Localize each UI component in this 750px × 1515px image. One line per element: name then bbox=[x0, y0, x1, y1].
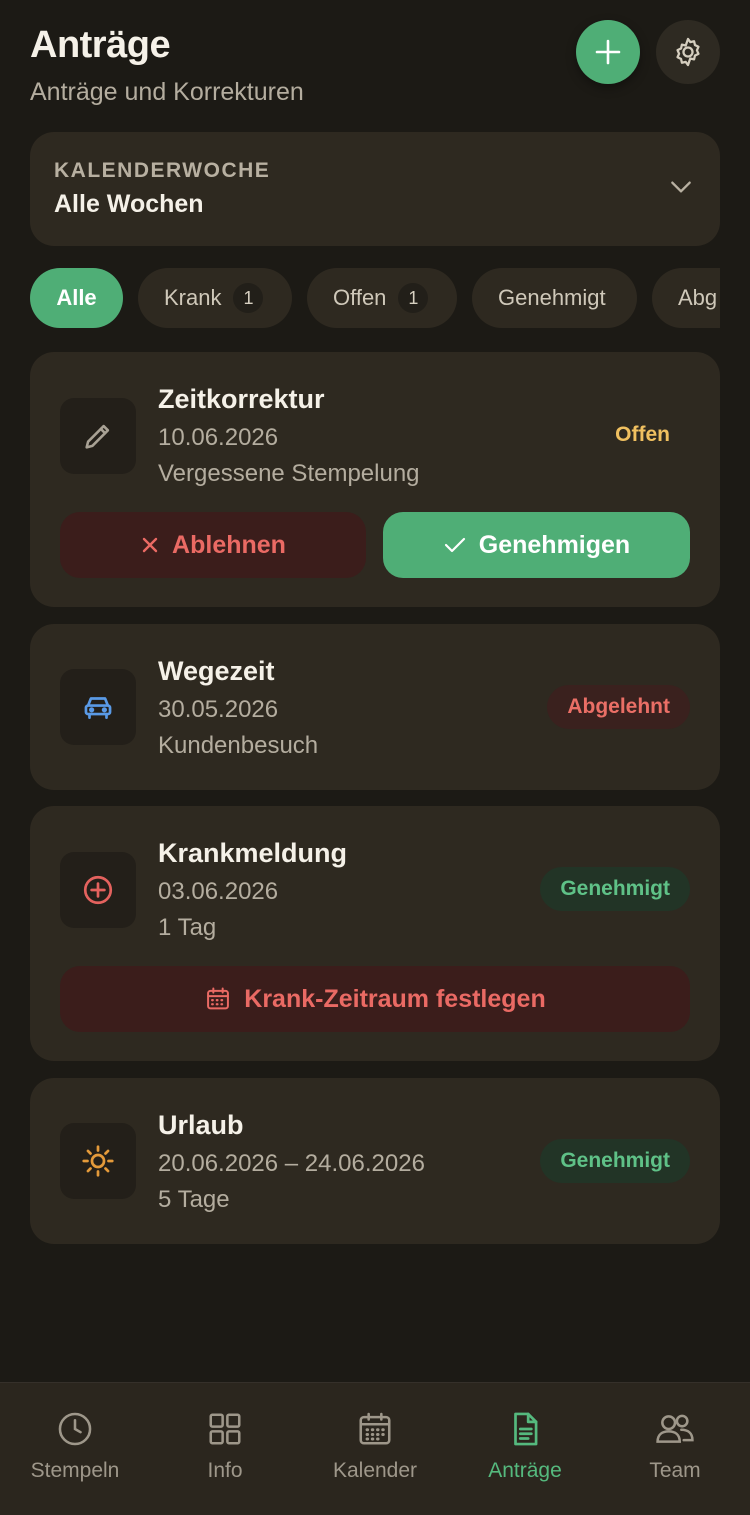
status-badge: Genehmigt bbox=[540, 867, 690, 911]
request-card[interactable]: Zeitkorrektur 10.06.2026 Vergessene Stem… bbox=[30, 352, 720, 607]
request-type-icon bbox=[60, 669, 136, 745]
car-icon bbox=[84, 697, 112, 719]
filter-chip-abgelehnt[interactable]: Abg bbox=[652, 268, 720, 328]
calendar-icon bbox=[359, 1412, 391, 1445]
pencil-icon bbox=[85, 424, 110, 449]
request-note: 1 Tag bbox=[158, 914, 217, 941]
set-sick-period-button[interactable]: Krank-Zeitraum festlegen bbox=[60, 966, 690, 1032]
grid-icon bbox=[209, 1413, 241, 1445]
request-note: Kundenbesuch bbox=[158, 732, 319, 759]
request-type-icon bbox=[60, 852, 136, 928]
document-icon bbox=[514, 1412, 538, 1446]
bottom-navigation: Stempeln Info Kalender Anträge Team bbox=[0, 1382, 750, 1515]
request-type-icon bbox=[60, 398, 136, 474]
page-subtitle: Anträge und Korrekturen bbox=[30, 78, 304, 106]
filter-chip-krank[interactable]: Krank 1 bbox=[138, 268, 292, 328]
filter-chip-alle[interactable]: Alle bbox=[30, 268, 123, 328]
request-card[interactable]: Urlaub 20.06.2026 – 24.06.2026 5 Tage Ge… bbox=[30, 1078, 720, 1244]
set-sick-period-label: Krank-Zeitraum festlegen bbox=[244, 984, 546, 1013]
request-title: Urlaub bbox=[158, 1110, 244, 1140]
settings-button[interactable] bbox=[656, 20, 720, 84]
nav-item-info[interactable]: Info bbox=[150, 1383, 300, 1515]
reject-button-label: Ablehnen bbox=[172, 530, 286, 559]
filter-chip-genehmigt[interactable]: Genehmigt bbox=[472, 268, 637, 328]
clock-icon bbox=[58, 1412, 92, 1446]
nav-item-stempeln[interactable]: Stempeln bbox=[0, 1383, 150, 1515]
request-type-icon bbox=[60, 1123, 136, 1199]
request-date: 10.06.2026 bbox=[158, 424, 279, 451]
filter-chip-label: Alle bbox=[56, 285, 97, 310]
request-card[interactable]: Krankmeldung 03.06.2026 1 Tag Genehmigt … bbox=[30, 806, 720, 1061]
reject-button[interactable]: Ablehnen bbox=[60, 512, 366, 578]
nav-label: Team bbox=[649, 1459, 701, 1482]
status-badge: Genehmigt bbox=[540, 1139, 690, 1183]
request-title: Wegezeit bbox=[158, 656, 275, 686]
week-select-label: KALENDERWOCHE bbox=[54, 159, 271, 182]
nav-label: Stempeln bbox=[30, 1459, 120, 1482]
request-date: 20.06.2026 – 24.06.2026 bbox=[158, 1150, 425, 1177]
sun-icon bbox=[82, 1145, 114, 1177]
request-date: 30.05.2026 bbox=[158, 696, 279, 723]
request-title: Zeitkorrektur bbox=[158, 384, 325, 414]
request-card[interactable]: Wegezeit 30.05.2026 Kundenbesuch Abgeleh… bbox=[30, 624, 720, 790]
status-badge: Abgelehnt bbox=[547, 685, 690, 729]
nav-item-kalender[interactable]: Kalender bbox=[300, 1383, 450, 1515]
request-title: Krankmeldung bbox=[158, 838, 348, 868]
filter-chip-label: Offen bbox=[333, 285, 387, 310]
calendar-icon bbox=[204, 985, 232, 1013]
approve-button-label: Genehmigen bbox=[478, 530, 631, 559]
nav-item-team[interactable]: Team bbox=[600, 1383, 750, 1515]
nav-label: Kalender bbox=[332, 1459, 418, 1482]
plus-icon bbox=[595, 39, 621, 65]
users-icon bbox=[656, 1414, 694, 1443]
filter-chip-offen[interactable]: Offen 1 bbox=[307, 268, 457, 328]
request-note: 5 Tage bbox=[158, 1186, 230, 1213]
add-request-button[interactable] bbox=[576, 20, 640, 84]
calendar-week-select[interactable]: KALENDERWOCHE Alle Wochen bbox=[30, 132, 720, 246]
chevron-down-icon bbox=[671, 181, 691, 193]
request-date: 03.06.2026 bbox=[158, 878, 279, 905]
page-header: Anträge Anträge und Korrekturen bbox=[30, 20, 720, 114]
nav-label: Info bbox=[207, 1459, 243, 1482]
request-note: Vergessene Stempelung bbox=[158, 460, 420, 487]
gear-icon bbox=[676, 37, 700, 67]
filter-chips: Alle Krank 1 Offen 1 Genehmigt Abg bbox=[30, 268, 720, 330]
nav-item-antraege[interactable]: Anträge bbox=[450, 1383, 600, 1515]
status-badge: Offen bbox=[615, 423, 670, 446]
filter-chip-label: Krank bbox=[164, 285, 222, 310]
approve-button[interactable]: Genehmigen bbox=[383, 512, 690, 578]
nav-label: Anträge bbox=[488, 1459, 562, 1482]
filter-chip-label: Genehmigt bbox=[498, 285, 606, 310]
filter-count-badge: 1 bbox=[398, 283, 429, 313]
check-icon bbox=[443, 533, 467, 557]
week-select-value: Alle Wochen bbox=[54, 190, 204, 218]
plus-circle-icon bbox=[83, 875, 113, 905]
close-icon bbox=[140, 535, 160, 555]
filter-count-badge: 1 bbox=[233, 283, 264, 313]
filter-chip-label: Abg bbox=[678, 285, 718, 310]
